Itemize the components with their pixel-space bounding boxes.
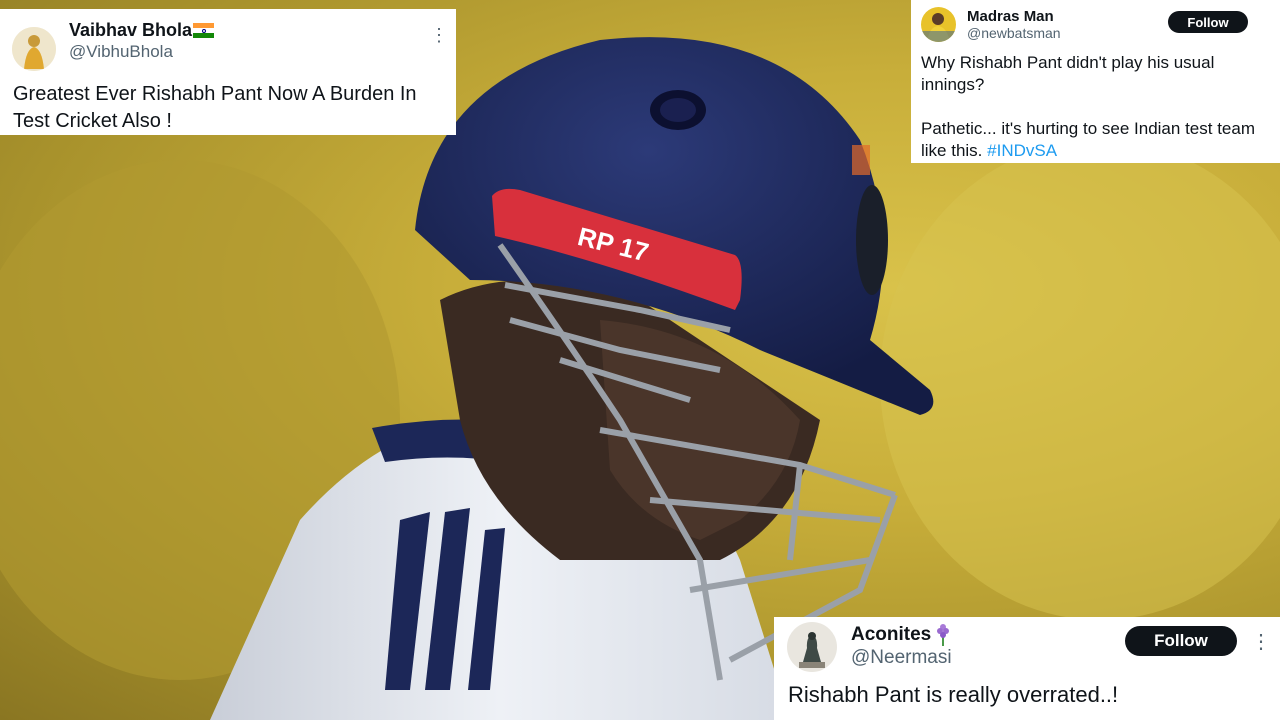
tweet-text: Greatest Ever Rishabh Pant Now A Burden … bbox=[13, 83, 417, 132]
more-options-icon[interactable]: ⋮ bbox=[1251, 629, 1271, 654]
follow-button[interactable]: Follow bbox=[1125, 626, 1237, 656]
user-handle[interactable]: @VibhuBhola bbox=[69, 42, 173, 62]
hyacinth-flower-icon bbox=[936, 624, 950, 646]
tweet-card-vaibhav: Vaibhav Bhola @VibhuBhola ⋮ Greatest Eve… bbox=[0, 9, 456, 135]
display-name[interactable]: Madras Man bbox=[967, 8, 1054, 25]
user-handle[interactable]: @Neermasi bbox=[851, 647, 952, 669]
hashtag-link[interactable]: #INDvSA bbox=[987, 141, 1057, 160]
india-flag-icon bbox=[193, 23, 214, 38]
avatar-image bbox=[12, 27, 56, 71]
tweet-text-content: Why Rishabh Pant didn't play his usual i… bbox=[921, 53, 1255, 160]
tweet-card-madras-man: Madras Man @newbatsman Follow Why Rishab… bbox=[911, 0, 1280, 163]
avatar-image bbox=[787, 622, 837, 672]
user-handle[interactable]: @newbatsman bbox=[967, 25, 1061, 41]
avatar[interactable] bbox=[787, 622, 837, 672]
avatar[interactable] bbox=[921, 7, 956, 42]
tweet-text: Rishabh Pant is really overrated..! bbox=[788, 682, 1119, 707]
tweet-text: Why Rishabh Pant didn't play his usual i… bbox=[921, 52, 1271, 162]
avatar-image bbox=[921, 7, 956, 42]
more-options-icon[interactable]: ⋮ bbox=[430, 25, 448, 46]
tweet-card-aconites: Aconites @Neermasi Follow ⋮ Rishabh Pant… bbox=[774, 617, 1280, 720]
avatar[interactable] bbox=[12, 27, 56, 71]
display-name[interactable]: Vaibhav Bhola bbox=[69, 20, 192, 41]
follow-button[interactable]: Follow bbox=[1168, 11, 1248, 33]
display-name[interactable]: Aconites bbox=[851, 624, 931, 646]
